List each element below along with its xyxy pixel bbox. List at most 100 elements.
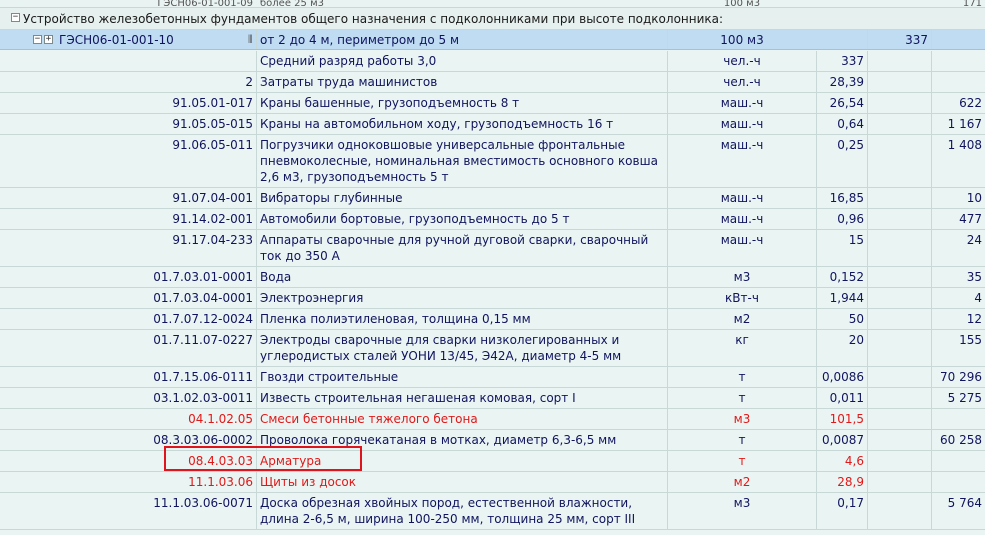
resource-sum: 24: [966, 233, 982, 247]
resource-sum: 10: [966, 191, 982, 205]
resource-sum: 622: [959, 96, 982, 110]
resource-sum: 5 275: [947, 391, 982, 405]
collapse-minus-icon[interactable]: −: [33, 35, 42, 44]
resource-qty: 0,64: [837, 117, 864, 131]
resource-row[interactable]: 01.7.03.01-0001 Вода м3 0,152 35: [0, 267, 985, 288]
resource-qty: 28,9: [837, 475, 864, 489]
resource-code: 01.7.07.12-0024: [153, 312, 253, 326]
resource-code: 91.06.05-011: [172, 138, 253, 152]
gesn-code: ГЭСН06-01-001-10: [59, 33, 174, 47]
resource-qty: 16,85: [829, 191, 864, 205]
resource-qty: 15: [848, 233, 864, 247]
resource-row[interactable]: 91.05.01-017 Краны башенные, грузоподъемн…: [0, 93, 985, 114]
resource-sum: 35: [966, 270, 982, 284]
resource-row[interactable]: 01.7.07.12-0024 Пленка полиэтиленовая, то…: [0, 309, 985, 330]
highlight-box: [164, 446, 362, 471]
resource-row[interactable]: 01.7.11.07-0227 Электроды сварочные для с…: [0, 330, 985, 367]
resource-row[interactable]: 03.1.02.03-0011 Известь строительная нега…: [0, 388, 985, 409]
resource-name: Средний разряд работы 3,0: [260, 54, 437, 68]
resource-unit: кВт-ч: [725, 291, 759, 305]
resource-sum: [932, 72, 985, 92]
resource-row[interactable]: Средний разряд работы 3,0 чел.-ч 337: [0, 51, 985, 72]
resource-row[interactable]: 11.1.03.06-0071 Доска обрезная хвойных по…: [0, 493, 985, 530]
resource-name: Краны башенные, грузоподъемность 8 т: [260, 96, 520, 110]
resource-unit: т: [738, 454, 746, 468]
resource-unit: маш.-ч: [720, 138, 764, 152]
resource-name: Доска обрезная хвойных пород, естественн…: [260, 496, 636, 526]
resource-code: 91.05.05-015: [172, 117, 253, 131]
resource-row[interactable]: 01.7.15.06-0111 Гвозди строительные т 0,008…: [0, 367, 985, 388]
resource-unit: маш.-ч: [720, 117, 764, 131]
resource-row[interactable]: 91.07.04-001 Вибраторы глубинные маш.-ч 16,…: [0, 188, 985, 209]
resource-code: 04.1.02.05: [188, 412, 253, 426]
gesn-qty: 337: [905, 33, 928, 47]
resource-sum: 5 764: [947, 496, 982, 510]
resource-unit: м3: [733, 496, 751, 510]
resource-qty: 20: [848, 333, 864, 347]
resource-grid: ГЭСН06-01-001-09 более 25 м3 100 м3 171 …: [0, 0, 985, 535]
resource-sum: [932, 409, 985, 429]
resource-sum: [932, 451, 985, 471]
resource-qty: 0,0087: [822, 433, 864, 447]
resource-name: Известь строительная негашеная комовая, …: [260, 391, 576, 405]
resource-row[interactable]: 11.1.03.06 Щиты из досок м2 28,9: [0, 472, 985, 493]
section-row[interactable]: − Устройство железобетонных фундаментов …: [0, 8, 985, 30]
resource-sum: 477: [959, 212, 982, 226]
attachment-icon[interactable]: ⫴: [248, 33, 253, 47]
resource-name: Электроэнергия: [260, 291, 364, 305]
resource-unit: маш.-ч: [720, 212, 764, 226]
resource-qty: 0,011: [829, 391, 864, 405]
previous-gesn-row[interactable]: ГЭСН06-01-001-09 более 25 м3 100 м3 171: [0, 0, 985, 8]
resource-qty: 0,17: [837, 496, 864, 510]
resource-row[interactable]: 91.14.02-001 Автомобили бортовые, грузопо…: [0, 209, 985, 230]
previous-gesn-name: более 25 м3: [260, 0, 324, 7]
resource-sum: 4: [974, 291, 982, 305]
resource-name: Пленка полиэтиленовая, толщина 0,15 мм: [260, 312, 531, 326]
resource-code: 91.07.04-001: [172, 191, 253, 205]
resource-unit: м2: [733, 312, 751, 326]
resource-qty: 50: [848, 312, 864, 326]
resource-unit: чел.-ч: [723, 75, 761, 89]
resource-row[interactable]: 04.1.02.05 Смеси бетонные тяжелого бетона…: [0, 409, 985, 430]
resource-qty: 337: [841, 54, 864, 68]
resource-name: Электроды сварочные для сварки низколеги…: [260, 333, 622, 363]
resource-code: 2: [245, 75, 253, 89]
resource-qty: 101,5: [829, 412, 864, 426]
resource-unit: чел.-ч: [723, 54, 761, 68]
gesn-row-selected[interactable]: − + ГЭСН06-01-001-10 ⫴ от 2 до 4 м, пери…: [0, 30, 985, 50]
resource-name: Краны на автомобильном ходу, грузоподъем…: [260, 117, 614, 131]
resource-sum: 1 167: [947, 117, 982, 131]
collapse-minus-icon[interactable]: −: [11, 13, 20, 22]
resource-sum: 155: [959, 333, 982, 347]
resource-code: 01.7.11.07-0227: [153, 333, 253, 347]
resource-qty: 26,54: [829, 96, 864, 110]
resource-row[interactable]: 01.7.03.04-0001 Электроэнергия кВт-ч 1,944 4: [0, 288, 985, 309]
previous-gesn-unit: 100 м3: [723, 0, 761, 7]
resource-code: 01.7.03.01-0001: [153, 270, 253, 284]
resource-unit: т: [738, 370, 746, 384]
resource-row[interactable]: 91.05.05-015 Краны на автомобильном ходу,…: [0, 114, 985, 135]
resource-qty: 0,152: [829, 270, 864, 284]
resource-name: Вибраторы глубинные: [260, 191, 403, 205]
resource-row[interactable]: 2 Затраты труда машинистов чел.-ч 28,39: [0, 72, 985, 93]
resource-row[interactable]: 08.4.03.03 Арматура т 4,6: [0, 451, 985, 472]
resource-unit: маш.-ч: [720, 233, 764, 247]
resource-code: 91.14.02-001: [172, 212, 253, 226]
resource-code: 11.1.03.06-0071: [153, 496, 253, 510]
resource-unit: т: [738, 433, 746, 447]
resource-name: Смеси бетонные тяжелого бетона: [260, 412, 478, 426]
resource-name: Погрузчики одноковшовые универсальные фр…: [260, 138, 658, 184]
resource-qty: 1,944: [829, 291, 864, 305]
resource-name: Щиты из досок: [260, 475, 357, 489]
resource-sum: [932, 472, 985, 492]
resource-row[interactable]: 08.3.03.06-0002 Проволока горячекатаная в…: [0, 430, 985, 451]
resource-unit: м3: [733, 270, 751, 284]
resource-unit: т: [738, 391, 746, 405]
resource-name: Аппараты сварочные для ручной дуговой св…: [260, 233, 649, 263]
resource-qty: 0,0086: [822, 370, 864, 384]
resource-row[interactable]: 91.17.04-233 Аппараты сварочные для ручно…: [0, 230, 985, 267]
expand-plus-icon[interactable]: +: [44, 35, 53, 44]
resource-row[interactable]: 91.06.05-011 Погрузчики одноковшовые унив…: [0, 135, 985, 188]
resource-qty: 28,39: [829, 75, 864, 89]
resource-unit: маш.-ч: [720, 96, 764, 110]
